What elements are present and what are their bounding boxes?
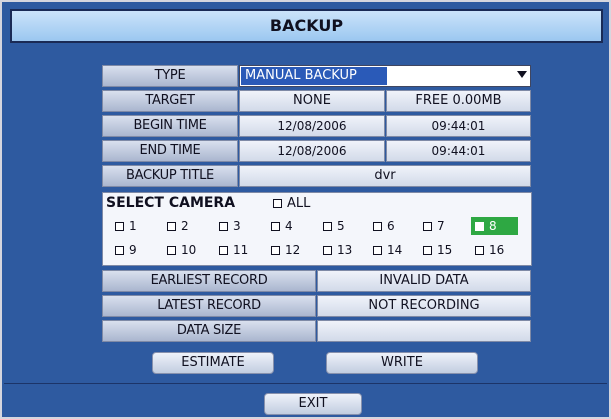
checkbox-icon (115, 246, 124, 255)
camera-number-label: 3 (233, 219, 241, 233)
checkbox-icon (115, 222, 124, 231)
camera-checkbox-4[interactable]: 4 (271, 217, 293, 235)
camera-number-label: 6 (387, 219, 395, 233)
checkbox-icon (271, 222, 280, 231)
earliest-record-label: EARLIEST RECORD (102, 270, 316, 292)
select-camera-area: SELECT CAMERA ALL 1 2 3 4 5 6 7 8 9 10 11 12 13 14 15 1… (102, 192, 532, 266)
earliest-record-value: INVALID DATA (317, 270, 531, 292)
latest-record-label: LATEST RECORD (102, 295, 316, 317)
camera-checkbox-16[interactable]: 16 (475, 241, 504, 259)
checkbox-icon (373, 222, 382, 231)
camera-number-label: 11 (233, 243, 249, 257)
camera-number-label: 8 (489, 219, 497, 233)
checkbox-icon (475, 246, 484, 255)
estimate-button[interactable]: ESTIMATE (152, 352, 274, 374)
camera-checkbox-1[interactable]: 1 (115, 217, 137, 235)
checkbox-icon (423, 222, 432, 231)
checkbox-icon (373, 246, 382, 255)
backup-dialog: BACKUP TYPE MANUAL BACKUP TARGET NONE FR… (0, 0, 611, 419)
backup-title-field[interactable]: dvr (239, 165, 531, 187)
divider (4, 383, 607, 384)
camera-number-label: 12 (285, 243, 301, 257)
checkbox-icon (219, 246, 228, 255)
end-time-label: END TIME (102, 140, 238, 162)
camera-number-label: 1 (129, 219, 137, 233)
data-size-value (317, 320, 531, 342)
exit-button[interactable]: EXIT (264, 393, 362, 415)
target-value[interactable]: NONE (239, 90, 385, 112)
camera-number-label: 15 (437, 243, 453, 257)
camera-number-label: 14 (387, 243, 403, 257)
camera-checkbox-5[interactable]: 5 (323, 217, 345, 235)
checkbox-icon (167, 222, 176, 231)
camera-number-label: 5 (337, 219, 345, 233)
write-button[interactable]: WRITE (326, 352, 478, 374)
camera-checkbox-15[interactable]: 15 (423, 241, 452, 259)
checkbox-icon (273, 199, 282, 208)
target-label: TARGET (102, 90, 238, 112)
camera-checkbox-13[interactable]: 13 (323, 241, 352, 259)
camera-number-label: 16 (489, 243, 505, 257)
camera-number-label: 9 (129, 243, 137, 257)
camera-checkbox-8[interactable]: 8 (471, 217, 518, 235)
select-camera-label: SELECT CAMERA (106, 195, 236, 211)
camera-checkbox-3[interactable]: 3 (219, 217, 241, 235)
begin-time-label: BEGIN TIME (102, 115, 238, 137)
camera-checkbox-12[interactable]: 12 (271, 241, 300, 259)
dialog-title: BACKUP (10, 9, 603, 43)
camera-number-label: 13 (337, 243, 353, 257)
checkbox-icon (271, 246, 280, 255)
camera-checkbox-10[interactable]: 10 (167, 241, 196, 259)
checkbox-icon (475, 222, 484, 231)
camera-checkbox-14[interactable]: 14 (373, 241, 402, 259)
checkbox-icon (323, 222, 332, 231)
type-label: TYPE (102, 65, 238, 87)
data-size-label: DATA SIZE (102, 320, 316, 342)
camera-checkbox-11[interactable]: 11 (219, 241, 248, 259)
checkbox-icon (423, 246, 432, 255)
camera-checkbox-9[interactable]: 9 (115, 241, 137, 259)
end-date-field[interactable]: 12/08/2006 (239, 140, 385, 162)
backup-title-label: BACKUP TITLE (102, 165, 238, 187)
latest-record-value: NOT RECORDING (317, 295, 531, 317)
backup-settings-panel: TYPE MANUAL BACKUP TARGET NONE FREE 0.00… (102, 62, 532, 345)
camera-number-label: 7 (437, 219, 445, 233)
camera-checkbox-7[interactable]: 7 (423, 217, 445, 235)
chevron-down-icon[interactable] (517, 71, 527, 78)
begin-date-field[interactable]: 12/08/2006 (239, 115, 385, 137)
type-selected-value: MANUAL BACKUP (241, 67, 387, 85)
begin-time-field[interactable]: 09:44:01 (386, 115, 531, 137)
checkbox-all[interactable]: ALL (273, 195, 310, 213)
camera-checkbox-2[interactable]: 2 (167, 217, 189, 235)
free-space-value: FREE 0.00MB (386, 90, 531, 112)
camera-number-label: 2 (181, 219, 189, 233)
end-time-field[interactable]: 09:44:01 (386, 140, 531, 162)
camera-number-label: 4 (285, 219, 293, 233)
camera-number-label: 10 (181, 243, 197, 257)
type-dropdown[interactable]: MANUAL BACKUP (239, 65, 531, 87)
checkbox-icon (323, 246, 332, 255)
checkbox-icon (219, 222, 228, 231)
checkbox-icon (167, 246, 176, 255)
camera-checkbox-6[interactable]: 6 (373, 217, 395, 235)
